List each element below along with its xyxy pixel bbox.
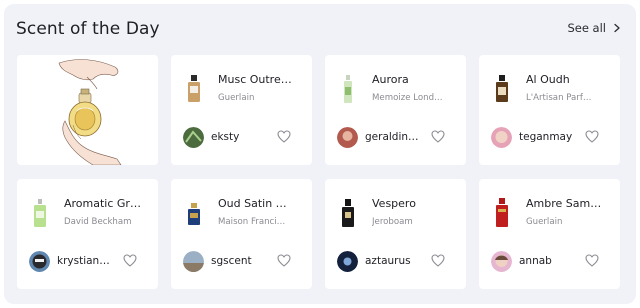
perfume-name: Musc Outre… (218, 73, 292, 86)
user-avatar[interactable] (337, 127, 358, 148)
user-avatar[interactable] (183, 251, 204, 272)
user-avatar[interactable] (491, 127, 512, 148)
perfume-name: Vespero (372, 197, 416, 210)
perfume-name: Aurora (372, 73, 409, 86)
hand-holding-perfume-illustration (17, 55, 158, 165)
perfume-name: Ambre Sam… (526, 197, 602, 210)
see-all-link[interactable]: See all (567, 20, 622, 36)
section-title: Scent of the Day (16, 19, 160, 39)
perfume-brand: Guerlain (218, 93, 255, 103)
heart-icon[interactable] (277, 254, 291, 267)
heart-icon[interactable] (123, 254, 137, 267)
perfume-name: Aromatic Gr… (64, 197, 141, 210)
perfume-brand: David Beckham (64, 217, 132, 227)
perfume-brand: Guerlain (526, 217, 563, 227)
perfume-card[interactable]: Al Oudh L'Artisan Parf… teganmay (479, 55, 620, 165)
username[interactable]: sgscent (211, 254, 275, 268)
heart-icon[interactable] (585, 254, 599, 267)
user-avatar[interactable] (183, 127, 204, 148)
perfume-bottle-icon (496, 75, 508, 102)
user-avatar[interactable] (491, 251, 512, 272)
perfume-bottle-icon (342, 199, 354, 227)
heart-icon[interactable] (277, 130, 291, 143)
perfume-brand: Maison Franci… (218, 217, 286, 227)
username[interactable]: aztaurus (365, 254, 429, 268)
perfume-bottle-icon (188, 203, 200, 225)
username[interactable]: annab (519, 254, 583, 268)
user-avatar[interactable] (337, 251, 358, 272)
section-header: Scent of the Day See all (16, 18, 624, 46)
chevron-right-icon (614, 23, 620, 33)
perfume-card[interactable]: Ambre Sam… Guerlain annab (479, 179, 620, 289)
see-all-label: See all (567, 21, 606, 35)
perfume-name: Oud Satin … (218, 197, 287, 210)
perfume-bottle-icon (496, 198, 508, 227)
perfume-name: Al Oudh (526, 73, 570, 86)
username[interactable]: krystian… (57, 254, 121, 268)
heart-icon[interactable] (431, 130, 445, 143)
username[interactable]: eksty (211, 130, 275, 144)
perfume-bottle-icon (188, 75, 200, 102)
username[interactable]: teganmay (519, 130, 583, 144)
perfume-card[interactable]: Vespero Jeroboam aztaurus (325, 179, 466, 289)
perfume-brand: Memoize Lond… (372, 93, 443, 103)
perfume-card[interactable]: Musc Outre… Guerlain eksty (171, 55, 312, 165)
heart-icon[interactable] (585, 130, 599, 143)
perfume-card[interactable]: Oud Satin … Maison Franci… sgscent (171, 179, 312, 289)
user-avatar[interactable] (29, 251, 50, 272)
perfume-brand: Jeroboam (372, 217, 413, 227)
perfume-card[interactable]: Aurora Memoize Lond… geraldin… (325, 55, 466, 165)
perfume-bottle-icon (344, 75, 352, 103)
perfume-brand: L'Artisan Parf… (526, 93, 592, 103)
hero-illustration-card[interactable] (17, 55, 158, 165)
username[interactable]: geraldin… (365, 130, 429, 144)
scent-of-the-day-panel: Scent of the Day See all Musc Outre… Gue… (4, 4, 636, 304)
heart-icon[interactable] (431, 254, 445, 267)
perfume-bottle-icon (34, 199, 46, 227)
perfume-card[interactable]: Aromatic Gr… David Beckham krystian… (17, 179, 158, 289)
